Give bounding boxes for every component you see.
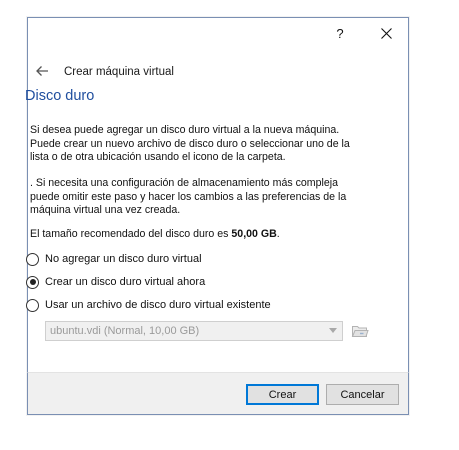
arrow-left-icon — [36, 66, 48, 76]
folder-icon — [351, 326, 369, 337]
recommended-size-prefix: El tamaño recomendado del disco duro es — [30, 228, 232, 240]
radio-button[interactable] — [26, 275, 39, 289]
wizard-nav: Crear máquina virtual — [28, 58, 408, 86]
recommended-size-text: El tamaño recomendado del disco duro es … — [30, 228, 360, 242]
radio-label: Crear un disco duro virtual ahora — [45, 276, 206, 288]
choose-disk-file-button[interactable] — [349, 321, 371, 341]
recommended-size-value: 50,00 GB — [231, 228, 277, 240]
close-button[interactable] — [364, 18, 408, 48]
back-button[interactable] — [34, 63, 50, 79]
cancel-button[interactable]: Cancelar — [326, 384, 399, 405]
existing-disk-value: ubuntu.vdi (Normal, 10,00 GB) — [50, 325, 200, 337]
close-icon — [380, 27, 392, 39]
radio-no-disk[interactable]: No agregar un disco duro virtual — [26, 251, 202, 267]
radio-label: Usar un archivo de disco duro virtual ex… — [45, 299, 271, 311]
radio-button[interactable] — [26, 252, 39, 266]
help-button[interactable]: ? — [318, 18, 362, 48]
existing-disk-select[interactable]: ubuntu.vdi (Normal, 10,00 GB) — [45, 321, 343, 341]
page-title: Disco duro — [25, 88, 95, 104]
create-button[interactable]: Crear — [246, 384, 319, 405]
radio-button[interactable] — [26, 298, 39, 312]
wizard-title: Crear máquina virtual — [64, 66, 174, 78]
chevron-down-icon — [329, 328, 337, 333]
radio-label: No agregar un disco duro virtual — [45, 253, 202, 265]
radio-create-disk[interactable]: Crear un disco duro virtual ahora — [26, 274, 205, 290]
button-bar: Crear Cancelar — [27, 372, 409, 415]
description-paragraph: Si desea puede agregar un disco duro vir… — [30, 124, 350, 163]
radio-use-existing[interactable]: Usar un archivo de disco duro virtual ex… — [26, 297, 271, 313]
title-bar: ? — [28, 18, 408, 48]
advanced-note-paragraph: . Si necesita una configuración de almac… — [30, 177, 347, 216]
recommended-size-suffix: . — [276, 228, 280, 240]
